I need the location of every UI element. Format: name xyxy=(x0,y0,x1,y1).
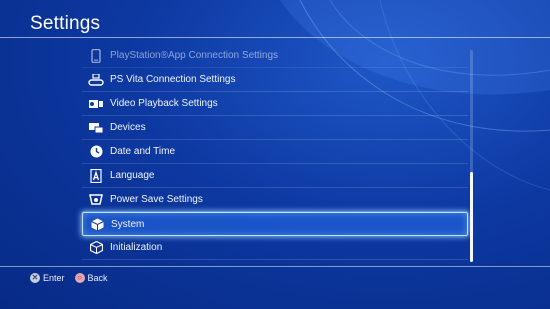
system-cube-icon xyxy=(83,215,111,233)
smartphone-icon xyxy=(82,47,110,65)
button-hints: ✕ Enter ○ Back xyxy=(30,273,118,283)
menu-item-label: System xyxy=(111,218,145,230)
video-projector-icon xyxy=(82,95,110,113)
settings-menu: PlayStation®App Connection Settings PS V… xyxy=(82,44,468,260)
menu-item-label: Power Save Settings xyxy=(110,194,203,205)
title-divider xyxy=(0,37,550,38)
cross-button-icon: ✕ xyxy=(30,273,40,283)
back-hint: ○ Back xyxy=(74,273,108,283)
menu-item-initialization[interactable]: Initialization xyxy=(82,236,468,260)
menu-item-language[interactable]: Language xyxy=(82,164,468,188)
menu-item-label: Language xyxy=(110,170,155,181)
enter-label: Enter xyxy=(43,273,65,283)
circle-button-icon: ○ xyxy=(74,273,85,283)
clock-icon xyxy=(82,143,110,161)
devices-icon xyxy=(82,119,110,137)
menu-item-label: Initialization xyxy=(110,242,163,253)
enter-hint: ✕ Enter xyxy=(30,273,65,283)
menu-item-ps-vita[interactable]: PS Vita Connection Settings xyxy=(82,68,468,92)
menu-item-date-and-time[interactable]: Date and Time xyxy=(82,140,468,164)
language-icon xyxy=(82,167,110,185)
menu-item-devices[interactable]: Devices xyxy=(82,116,468,140)
page-title: Settings xyxy=(30,13,101,34)
ps-vita-icon xyxy=(82,71,110,89)
scrollbar-thumb[interactable] xyxy=(470,172,473,262)
footer-divider xyxy=(0,266,550,267)
menu-item-label: PS Vita Connection Settings xyxy=(110,74,236,85)
menu-item-power-save[interactable]: Power Save Settings xyxy=(82,188,468,212)
menu-item-playstation-app[interactable]: PlayStation®App Connection Settings xyxy=(82,44,468,68)
menu-item-video-playback[interactable]: Video Playback Settings xyxy=(82,92,468,116)
menu-item-system[interactable]: System xyxy=(82,212,468,236)
back-label: Back xyxy=(87,273,108,283)
menu-item-label: PlayStation®App Connection Settings xyxy=(110,50,279,61)
menu-item-label: Video Playback Settings xyxy=(110,98,218,109)
power-save-icon xyxy=(82,191,110,209)
initialization-icon xyxy=(82,239,110,257)
menu-item-label: Date and Time xyxy=(110,146,176,157)
menu-item-label: Devices xyxy=(110,122,146,133)
scrollbar[interactable] xyxy=(470,50,473,262)
